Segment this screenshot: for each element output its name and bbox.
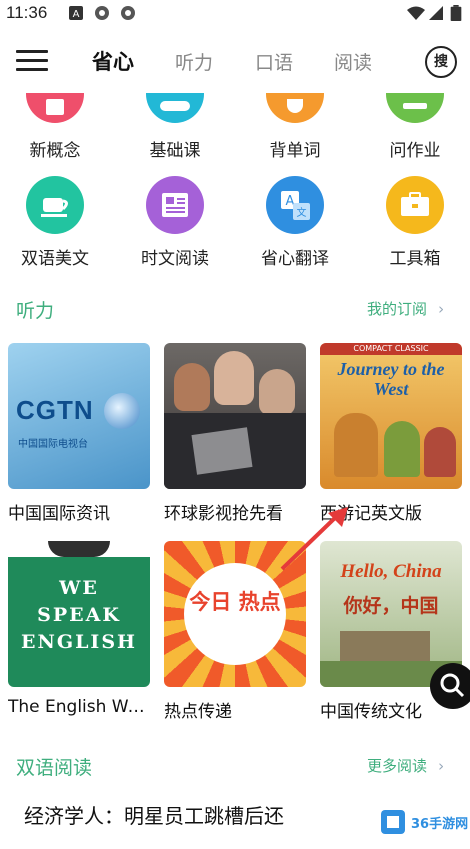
listening-card[interactable]: WE SPEAK ENGLISH The English We...: [8, 541, 150, 717]
notification-a-icon: A: [69, 6, 83, 20]
thumb-title-text: WE SPEAK ENGLISH: [21, 577, 137, 653]
listening-card[interactable]: 环球影视抢先看: [164, 343, 306, 524]
my-subscriptions-link[interactable]: 我的订阅 ›: [367, 298, 444, 319]
grid-item-shuangyumeiwen[interactable]: 双语美文: [0, 176, 110, 269]
status-bar: 11:36 A: [0, 0, 470, 26]
svg-text:A: A: [73, 9, 80, 20]
tab-listening[interactable]: 听力: [175, 48, 213, 75]
my-subscriptions-label: 我的订阅: [367, 300, 428, 318]
watermark-logo: 36手游网: [375, 800, 470, 845]
wifi-icon: [407, 6, 425, 20]
chevron-right-icon: ›: [438, 757, 445, 775]
grid-item-label: 双语美文: [21, 249, 89, 269]
card-thumbnail: COMPACT CLASSIC Journey to the West: [320, 343, 462, 489]
listening-card[interactable]: COMPACT CLASSIC Journey to the West 西游记英…: [320, 343, 462, 524]
annotation-arrow-icon: [280, 507, 348, 571]
card-title: The English We...: [8, 697, 150, 717]
status-time: 11:36: [6, 3, 48, 22]
grid-item-label: 新概念: [29, 141, 81, 161]
signal-icon: [429, 6, 443, 20]
svg-text:文: 文: [297, 206, 307, 219]
thumb-logo-text: CGTN: [16, 395, 94, 425]
search-icon: 搜: [434, 54, 448, 70]
grid-item-shengxinfanyi[interactable]: A文 省心翻译: [240, 176, 350, 269]
more-reading-link[interactable]: 更多阅读 ›: [367, 755, 444, 776]
tab-reading[interactable]: 阅读: [334, 48, 372, 75]
card-title: 中国国际资讯: [8, 504, 110, 524]
app-notification-icon: [95, 6, 109, 20]
thumb-sub-text: 你好，中国: [343, 595, 439, 617]
translate-icon: A文: [266, 176, 324, 234]
chevron-right-icon: ›: [438, 300, 445, 318]
menu-icon[interactable]: [16, 50, 48, 72]
thumb-title-text: Journey to the West: [337, 359, 445, 399]
section-title-bilingual: 双语阅读: [16, 757, 93, 779]
globe-icon: [104, 393, 140, 429]
book-icon: [26, 93, 84, 123]
grid-item-label: 工具箱: [389, 249, 441, 269]
more-reading-label: 更多阅读: [367, 757, 428, 775]
floating-search-button[interactable]: [430, 663, 470, 709]
newspaper-icon: [146, 176, 204, 234]
section-title-listening: 听力: [16, 300, 55, 322]
thumb-banner: COMPACT CLASSIC: [320, 343, 462, 355]
grid-item-label: 省心翻译: [261, 249, 329, 269]
gamepad-icon: [146, 93, 204, 123]
grid-item-gongjuxiang[interactable]: 工具箱: [360, 176, 470, 269]
grid-item-wenzuoye[interactable]: 问作业: [360, 93, 470, 161]
thumb-sub-text: 中国国际电视台: [18, 439, 88, 450]
card-thumbnail: WE SPEAK ENGLISH: [8, 541, 150, 687]
grid-item-shiwenyuedu[interactable]: 时文阅读: [120, 176, 230, 269]
svg-text:36手游网: 36手游网: [411, 816, 468, 832]
grid-item-label: 问作业: [389, 141, 441, 161]
card-thumbnail: [164, 343, 306, 489]
top-nav-bar: 省心 听力 口语 阅读 搜: [0, 30, 470, 90]
article-title[interactable]: 经济学人：明星员工跳槽后还: [24, 800, 284, 829]
grid-item-xingainian[interactable]: 新概念: [0, 93, 110, 161]
heart-icon: [266, 93, 324, 123]
listening-card[interactable]: CGTN 中国国际电视台 中国国际资讯: [8, 343, 150, 524]
magnifier-icon: [440, 673, 465, 698]
search-button[interactable]: 搜: [425, 46, 457, 78]
card-thumbnail: CGTN 中国国际电视台: [8, 343, 150, 489]
card-title: 热点传递: [164, 702, 232, 722]
toolbox-icon: [386, 176, 444, 234]
grid-item-label: 时文阅读: [141, 249, 209, 269]
tab-shengxin[interactable]: 省心: [92, 46, 134, 76]
grid-item-label: 基础课: [149, 141, 201, 161]
battery-icon: [450, 5, 462, 21]
tab-speaking[interactable]: 口语: [255, 48, 293, 75]
grid-item-jichuke[interactable]: 基础课: [120, 93, 230, 161]
cup-icon: [26, 176, 84, 234]
question-icon: [386, 93, 444, 123]
grid-item-beidanci[interactable]: 背单词: [240, 93, 350, 161]
grid-item-label: 背单词: [269, 141, 321, 161]
thumb-title-text: 今日 热点: [189, 590, 281, 614]
app-notification-icon-2: [121, 6, 135, 20]
